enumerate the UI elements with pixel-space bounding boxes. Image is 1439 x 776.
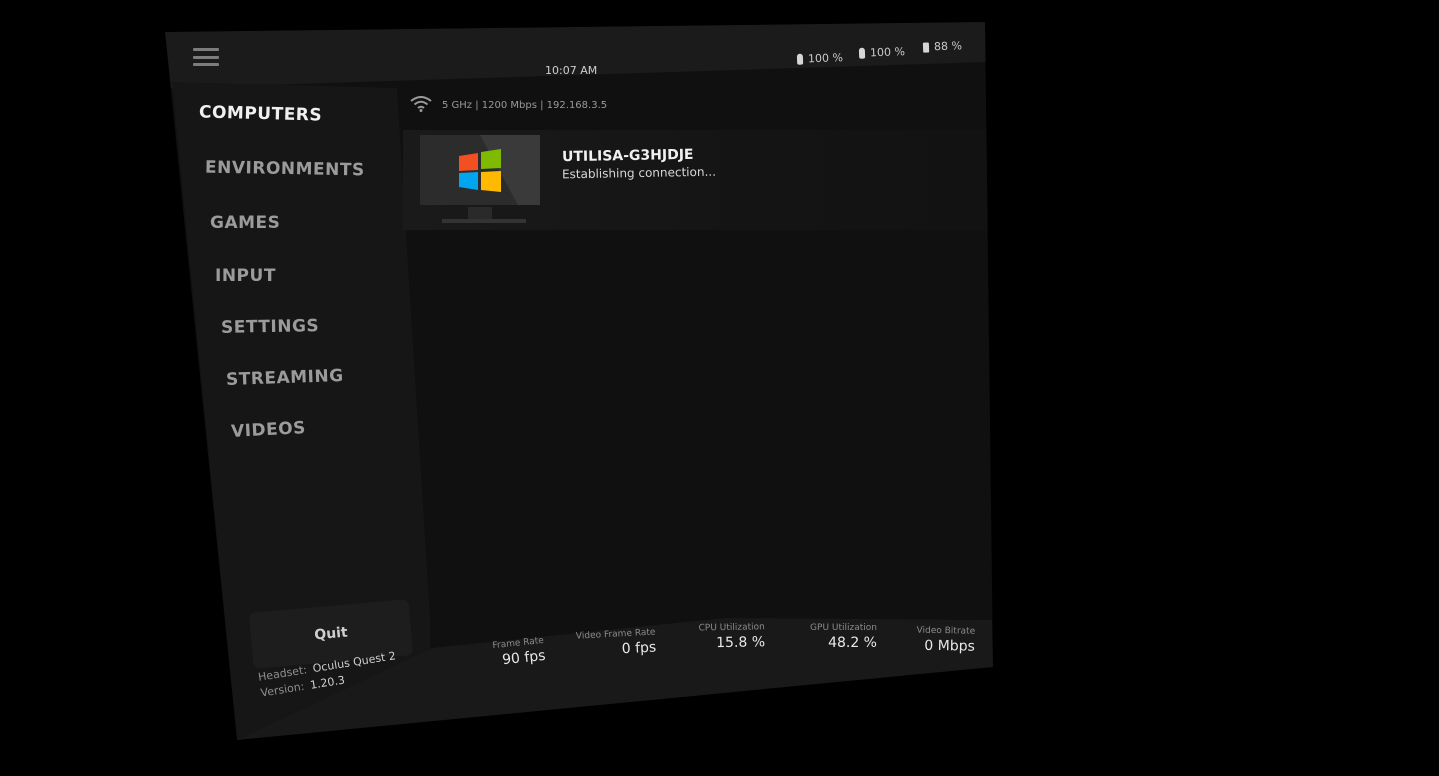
menu-icon[interactable] <box>193 48 219 66</box>
sidebar-item-streaming[interactable]: STREAMING <box>226 366 344 390</box>
battery-value: 100 % <box>807 51 844 66</box>
clock: 10:07 AM <box>545 64 598 77</box>
stat-value: 48.2 % <box>828 635 877 651</box>
stat-value: 0 Mbps <box>924 637 976 655</box>
controller-right-battery: 100 % <box>858 45 906 60</box>
monitor-icon <box>420 135 540 231</box>
sidebar-item-videos[interactable]: VIDEOS <box>231 418 307 442</box>
sidebar-item-input[interactable]: INPUT <box>215 266 276 286</box>
network-info: 5 GHz | 1200 Mbps | 192.168.3.5 <box>442 100 608 111</box>
sidebar-item-computers[interactable]: COMPUTERS <box>199 102 323 125</box>
controller-left-battery: 100 % <box>796 51 844 66</box>
stat-gpu-utilization: GPU Utilization 48.2 % <box>795 623 877 651</box>
stat-video-frame-rate: Video Frame Rate 0 fps <box>559 628 657 661</box>
wifi-icon <box>410 96 432 115</box>
headset-battery-icon <box>922 41 930 53</box>
battery-value: 100 % <box>869 45 906 60</box>
sidebar-item-games[interactable]: GAMES <box>210 213 280 233</box>
stat-label: CPU Utilization <box>698 622 765 634</box>
computer-card[interactable]: UTILISA-G3HJDJE Establishing connection.… <box>403 130 993 230</box>
stat-value: 15.8 % <box>716 634 766 652</box>
headset-battery: 88 % <box>922 39 963 54</box>
connection-status: Establishing connection... <box>561 164 717 182</box>
controller-right-battery-icon <box>858 47 866 59</box>
stat-label: Video Bitrate <box>916 625 976 637</box>
app-panel: 10:07 AM 100 % 100 % 88 % COMPUTERS ENVI… <box>165 22 993 740</box>
computer-name: UTILISA-G3HJDJE <box>561 146 694 166</box>
stat-video-bitrate: Video Bitrate 0 Mbps <box>895 625 976 655</box>
controller-left-battery-icon <box>796 53 804 65</box>
version-value: 1.20.3 <box>309 673 346 692</box>
network-status: 5 GHz | 1200 Mbps | 192.168.3.5 <box>410 96 607 115</box>
sidebar-item-settings[interactable]: SETTINGS <box>221 316 320 338</box>
sidebar-item-environments[interactable]: ENVIRONMENTS <box>205 158 365 181</box>
battery-value: 88 % <box>933 39 963 54</box>
stat-cpu-utilization: CPU Utilization 15.8 % <box>685 622 765 651</box>
stat-label: GPU Utilization <box>810 623 877 633</box>
